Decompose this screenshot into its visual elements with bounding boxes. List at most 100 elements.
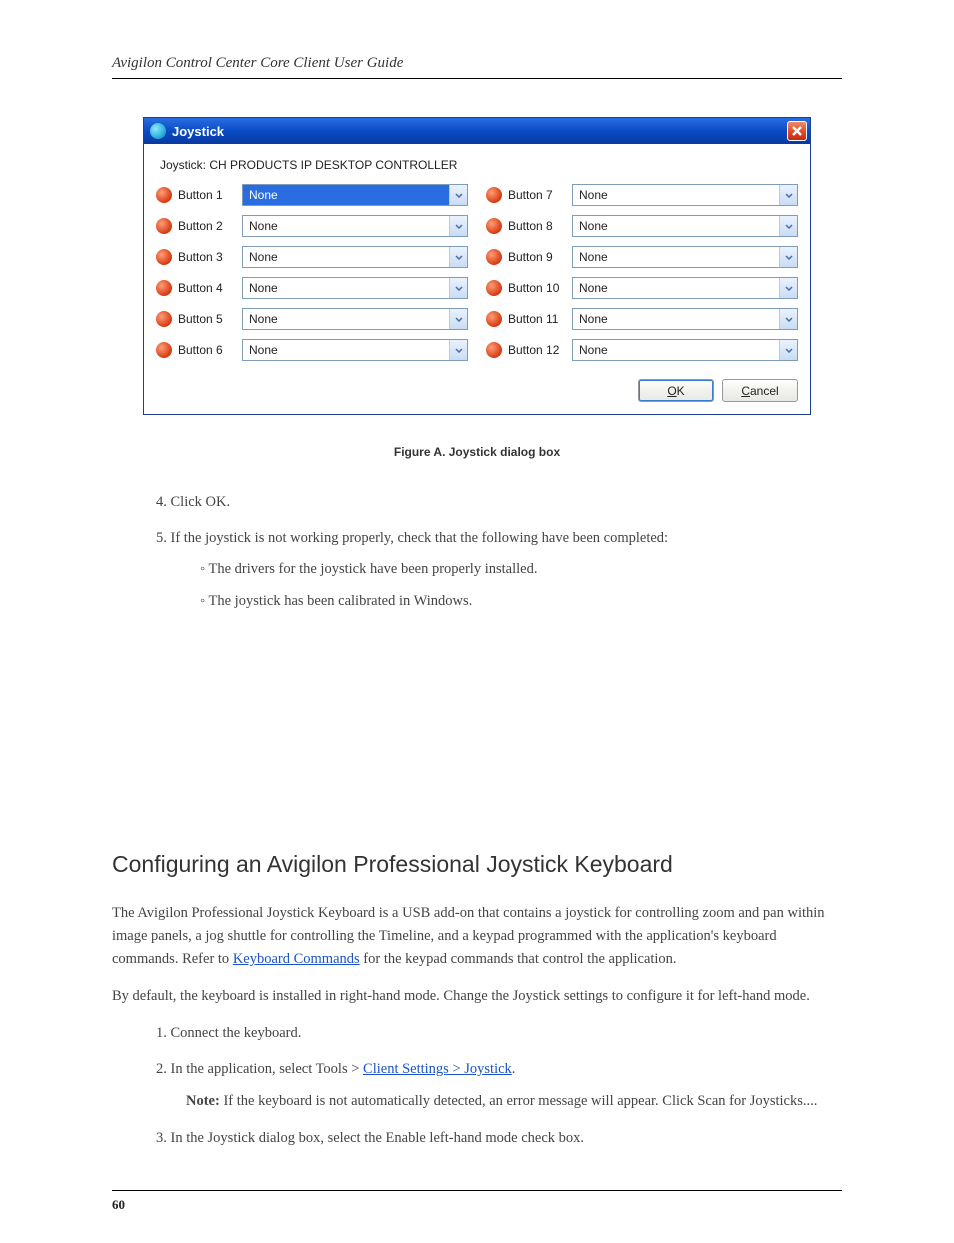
right-column: Button 7NoneButton 8NoneButton 9NoneButt… [486, 184, 798, 361]
note-label: Note: [186, 1093, 220, 1109]
joystick-dialog: Joystick Joystick: CH PRODUCTS IP DESKTO… [143, 117, 811, 415]
action-dropdown[interactable]: None [242, 215, 468, 237]
action-dropdown[interactable]: None [242, 246, 468, 268]
dialog-title: Joystick [172, 124, 787, 139]
button-label: Button 10 [508, 281, 566, 295]
button-bullet-icon [486, 187, 502, 203]
button-bullet-icon [156, 187, 172, 203]
button-bullet-icon [156, 280, 172, 296]
button-label: Button 12 [508, 343, 566, 357]
chevron-down-icon[interactable] [779, 340, 797, 360]
client-settings-link[interactable]: Client Settings > Joystick [363, 1061, 512, 1077]
button-bullet-icon [156, 249, 172, 265]
chevron-down-icon[interactable] [449, 247, 467, 267]
figure-caption: Figure A. Joystick dialog box [112, 445, 842, 459]
device-label: Joystick: CH PRODUCTS IP DESKTOP CONTROL… [160, 158, 794, 172]
dropdown-value: None [573, 309, 779, 329]
chevron-down-icon[interactable] [779, 278, 797, 298]
dropdown-value: None [243, 340, 449, 360]
dropdown-value: None [243, 278, 449, 298]
chevron-down-icon[interactable] [449, 185, 467, 205]
button-bullet-icon [486, 249, 502, 265]
paragraph-1: The Avigilon Professional Joystick Keybo… [112, 902, 842, 971]
action-dropdown[interactable]: None [242, 339, 468, 361]
action-dropdown[interactable]: None [242, 308, 468, 330]
button-bullet-icon [486, 218, 502, 234]
step-5b: ◦ The joystick has been calibrated in Wi… [200, 590, 842, 612]
button-row: Button 5 None [156, 308, 468, 330]
step-1: 1. Connect the keyboard. [156, 1022, 842, 1044]
button-row: Button 8 None [486, 215, 798, 237]
dropdown-value: None [243, 185, 449, 205]
step-5a: ◦ The drivers for the joystick have been… [200, 558, 842, 580]
action-dropdown[interactable]: None [572, 215, 798, 237]
chevron-down-icon[interactable] [449, 340, 467, 360]
button-bullet-icon [156, 342, 172, 358]
step-3: 3. In the Joystick dialog box, select th… [156, 1127, 842, 1149]
chevron-down-icon[interactable] [779, 216, 797, 236]
button-row: Button 3 None [156, 246, 468, 268]
button-label: Button 1 [178, 188, 236, 202]
chevron-down-icon[interactable] [449, 216, 467, 236]
button-row: Button 4 None [156, 277, 468, 299]
page-number: 60 [112, 1190, 842, 1213]
button-row: Button 9 None [486, 246, 798, 268]
dropdown-value: None [573, 185, 779, 205]
action-dropdown[interactable]: None [242, 184, 468, 206]
button-row: Button 2 None [156, 215, 468, 237]
paragraph-2: By default, the keyboard is installed in… [112, 985, 842, 1008]
button-bullet-icon [156, 311, 172, 327]
button-label: Button 11 [508, 312, 566, 326]
button-label: Button 2 [178, 219, 236, 233]
dropdown-value: None [243, 309, 449, 329]
button-label: Button 7 [508, 188, 566, 202]
button-row: Button 12 None [486, 339, 798, 361]
button-bullet-icon [486, 311, 502, 327]
dropdown-value: None [573, 247, 779, 267]
button-label: Button 6 [178, 343, 236, 357]
dropdown-value: None [243, 247, 449, 267]
cancel-button[interactable]: Cancel [722, 379, 798, 402]
dropdown-value: None [573, 340, 779, 360]
ok-button[interactable]: OK [638, 379, 714, 402]
dropdown-value: None [573, 216, 779, 236]
dropdown-value: None [243, 216, 449, 236]
action-dropdown[interactable]: None [572, 339, 798, 361]
close-button[interactable] [787, 121, 807, 141]
chevron-down-icon[interactable] [449, 309, 467, 329]
button-row: Button 1 None [156, 184, 468, 206]
left-column: Button 1NoneButton 2NoneButton 3NoneButt… [156, 184, 468, 361]
button-bullet-icon [486, 342, 502, 358]
step-2: 2. In the application, select Tools > Cl… [156, 1058, 842, 1113]
action-dropdown[interactable]: None [572, 246, 798, 268]
button-bullet-icon [486, 280, 502, 296]
close-icon [791, 125, 803, 137]
keyboard-commands-link[interactable]: Keyboard Commands [233, 951, 360, 967]
step-5: 5. If the joystick is not working proper… [156, 527, 842, 612]
chevron-down-icon[interactable] [779, 185, 797, 205]
section-heading: Configuring an Avigilon Professional Joy… [112, 851, 842, 878]
chevron-down-icon[interactable] [779, 247, 797, 267]
button-row: Button 7 None [486, 184, 798, 206]
button-label: Button 3 [178, 250, 236, 264]
action-dropdown[interactable]: None [572, 184, 798, 206]
action-dropdown[interactable]: None [572, 277, 798, 299]
step-4: 4. Click OK. [156, 491, 842, 513]
button-row: Button 11 None [486, 308, 798, 330]
button-label: Button 4 [178, 281, 236, 295]
button-label: Button 9 [508, 250, 566, 264]
button-label: Button 8 [508, 219, 566, 233]
button-row: Button 10 None [486, 277, 798, 299]
chevron-down-icon[interactable] [449, 278, 467, 298]
button-row: Button 6 None [156, 339, 468, 361]
note-text: If the keyboard is not automatically det… [220, 1093, 818, 1109]
button-label: Button 5 [178, 312, 236, 326]
titlebar: Joystick [144, 118, 810, 144]
button-bullet-icon [156, 218, 172, 234]
action-dropdown[interactable]: None [242, 277, 468, 299]
dropdown-value: None [573, 278, 779, 298]
joystick-icon [150, 123, 166, 139]
page-header: Avigilon Control Center Core Client User… [112, 55, 842, 79]
action-dropdown[interactable]: None [572, 308, 798, 330]
chevron-down-icon[interactable] [779, 309, 797, 329]
